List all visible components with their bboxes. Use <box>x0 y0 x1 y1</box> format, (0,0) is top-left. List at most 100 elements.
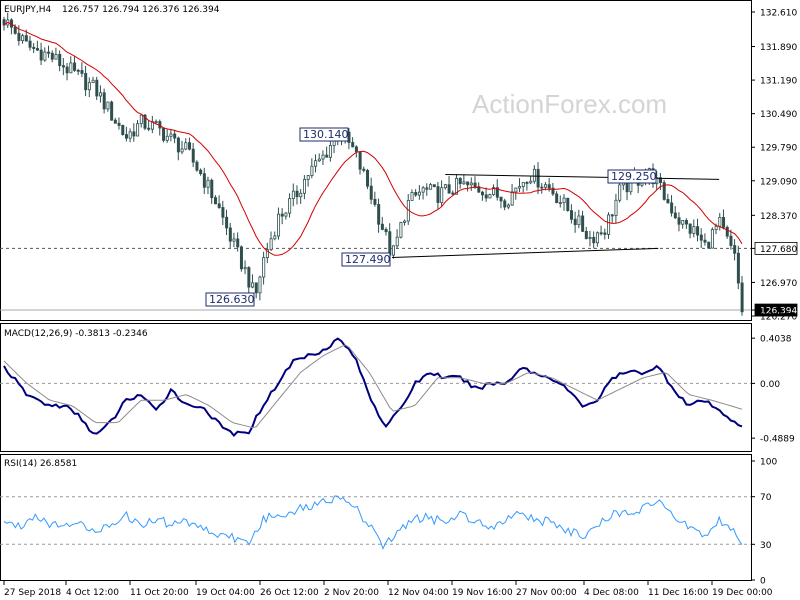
candle-body <box>221 207 225 218</box>
price-tick-label: 126.970 <box>760 279 797 289</box>
candle-body <box>184 142 188 150</box>
price-header-symbol: EURJPY,H4 <box>4 5 52 15</box>
time-tick-label: 2 Nov 20:00 <box>324 588 379 598</box>
candle-body <box>692 226 696 234</box>
candle-body <box>725 226 729 237</box>
candle-body <box>47 51 51 54</box>
candle-body <box>718 217 722 227</box>
rsi-tick-label: 70 <box>760 493 772 503</box>
candle-body <box>277 213 281 237</box>
candle-body <box>562 197 566 203</box>
macd-tick-label: -0.4889 <box>760 435 795 445</box>
candle-body <box>736 252 740 284</box>
candle-body <box>328 145 332 158</box>
rsi-line <box>3 495 743 550</box>
candle-body <box>314 160 318 167</box>
candle-body <box>228 227 232 242</box>
candle-body <box>73 62 77 71</box>
candle-body <box>547 184 551 189</box>
candle-body <box>136 123 140 137</box>
candle-body <box>673 212 677 219</box>
candle-body <box>369 185 373 200</box>
candle-body <box>191 148 195 163</box>
candle-body <box>317 158 321 162</box>
candlestick-series <box>2 12 744 316</box>
candle-body <box>558 202 562 204</box>
candle-body <box>707 241 711 249</box>
time-tick-label: 4 Dec 08:00 <box>584 588 639 598</box>
candle-body <box>414 192 418 196</box>
candle-body <box>232 238 236 242</box>
candle-body <box>536 168 540 188</box>
candle-body <box>481 191 485 196</box>
candle-body <box>128 131 132 139</box>
price-header-ohlc: 126.757 126.794 126.376 126.394 <box>62 5 220 15</box>
time-tick-label: 19 Dec 00:00 <box>712 588 773 598</box>
candle-body <box>499 196 503 202</box>
candle-body <box>54 53 58 60</box>
annotation-label: 126.630 <box>209 293 255 306</box>
candle-body <box>443 184 447 189</box>
candle-body <box>217 203 221 208</box>
candle-body <box>162 127 166 141</box>
candle-body <box>84 73 88 91</box>
candle-body <box>666 199 670 204</box>
candle-body <box>243 267 247 270</box>
candle-body <box>484 194 488 199</box>
candle-body <box>451 192 455 195</box>
candle-body <box>288 198 292 214</box>
candle-body <box>43 51 47 61</box>
candle-body <box>269 238 273 250</box>
time-tick-label: 19 Nov 16:00 <box>452 588 513 598</box>
candle-body <box>518 186 522 189</box>
candle-body <box>306 175 310 180</box>
candle-body <box>384 229 388 233</box>
candle-body <box>544 184 548 188</box>
candle-body <box>595 232 599 244</box>
candle-body <box>447 184 451 194</box>
rsi-axis: 100 70 30 0 <box>751 458 777 587</box>
time-tick-label: 4 Oct 12:00 <box>66 588 119 598</box>
candle-body <box>199 169 203 175</box>
ma-path <box>3 21 743 256</box>
candle-body <box>506 204 510 208</box>
trendlines <box>392 174 720 259</box>
candle-body <box>99 92 103 97</box>
candle-body <box>24 35 28 42</box>
candle-body <box>154 121 158 123</box>
candle-body <box>366 170 370 187</box>
candle-body <box>458 178 462 185</box>
candle-body <box>91 79 95 84</box>
candle-body <box>421 187 425 193</box>
candle-body <box>391 245 395 256</box>
candle-body <box>570 210 574 220</box>
candle-body <box>429 184 433 190</box>
candle-body <box>436 186 440 203</box>
time-tick-label: 27 Sep 2018 <box>4 588 61 598</box>
annotation-126630: 126.630 <box>205 292 255 307</box>
candle-body <box>251 282 255 288</box>
candle-body <box>80 70 84 74</box>
candle-body <box>388 231 392 256</box>
candle-body <box>473 182 477 187</box>
annotation-label: 130.140 <box>303 128 349 141</box>
candle-body <box>377 204 381 225</box>
candle-body <box>403 220 407 223</box>
candle-body <box>584 230 588 239</box>
candle-body <box>618 184 622 201</box>
rsi-title: RSI(14) 26.8581 <box>4 459 77 469</box>
candle-body <box>373 198 377 205</box>
candle-body <box>28 40 32 48</box>
price-tick-label: 129.090 <box>760 177 797 187</box>
macd-axis: 0.4038 0.00 -0.4889 <box>751 335 795 445</box>
macd-title: MACD(12,26,9) -0.3813 -0.2346 <box>4 329 148 339</box>
candle-body <box>121 125 125 135</box>
candle-body <box>21 35 25 42</box>
candle-body <box>236 238 240 248</box>
candle-body <box>399 221 403 238</box>
rsi-panel <box>0 454 752 581</box>
candle-body <box>117 122 121 126</box>
candle-body <box>380 223 384 230</box>
candle-body <box>254 282 258 294</box>
candle-body <box>262 257 266 278</box>
